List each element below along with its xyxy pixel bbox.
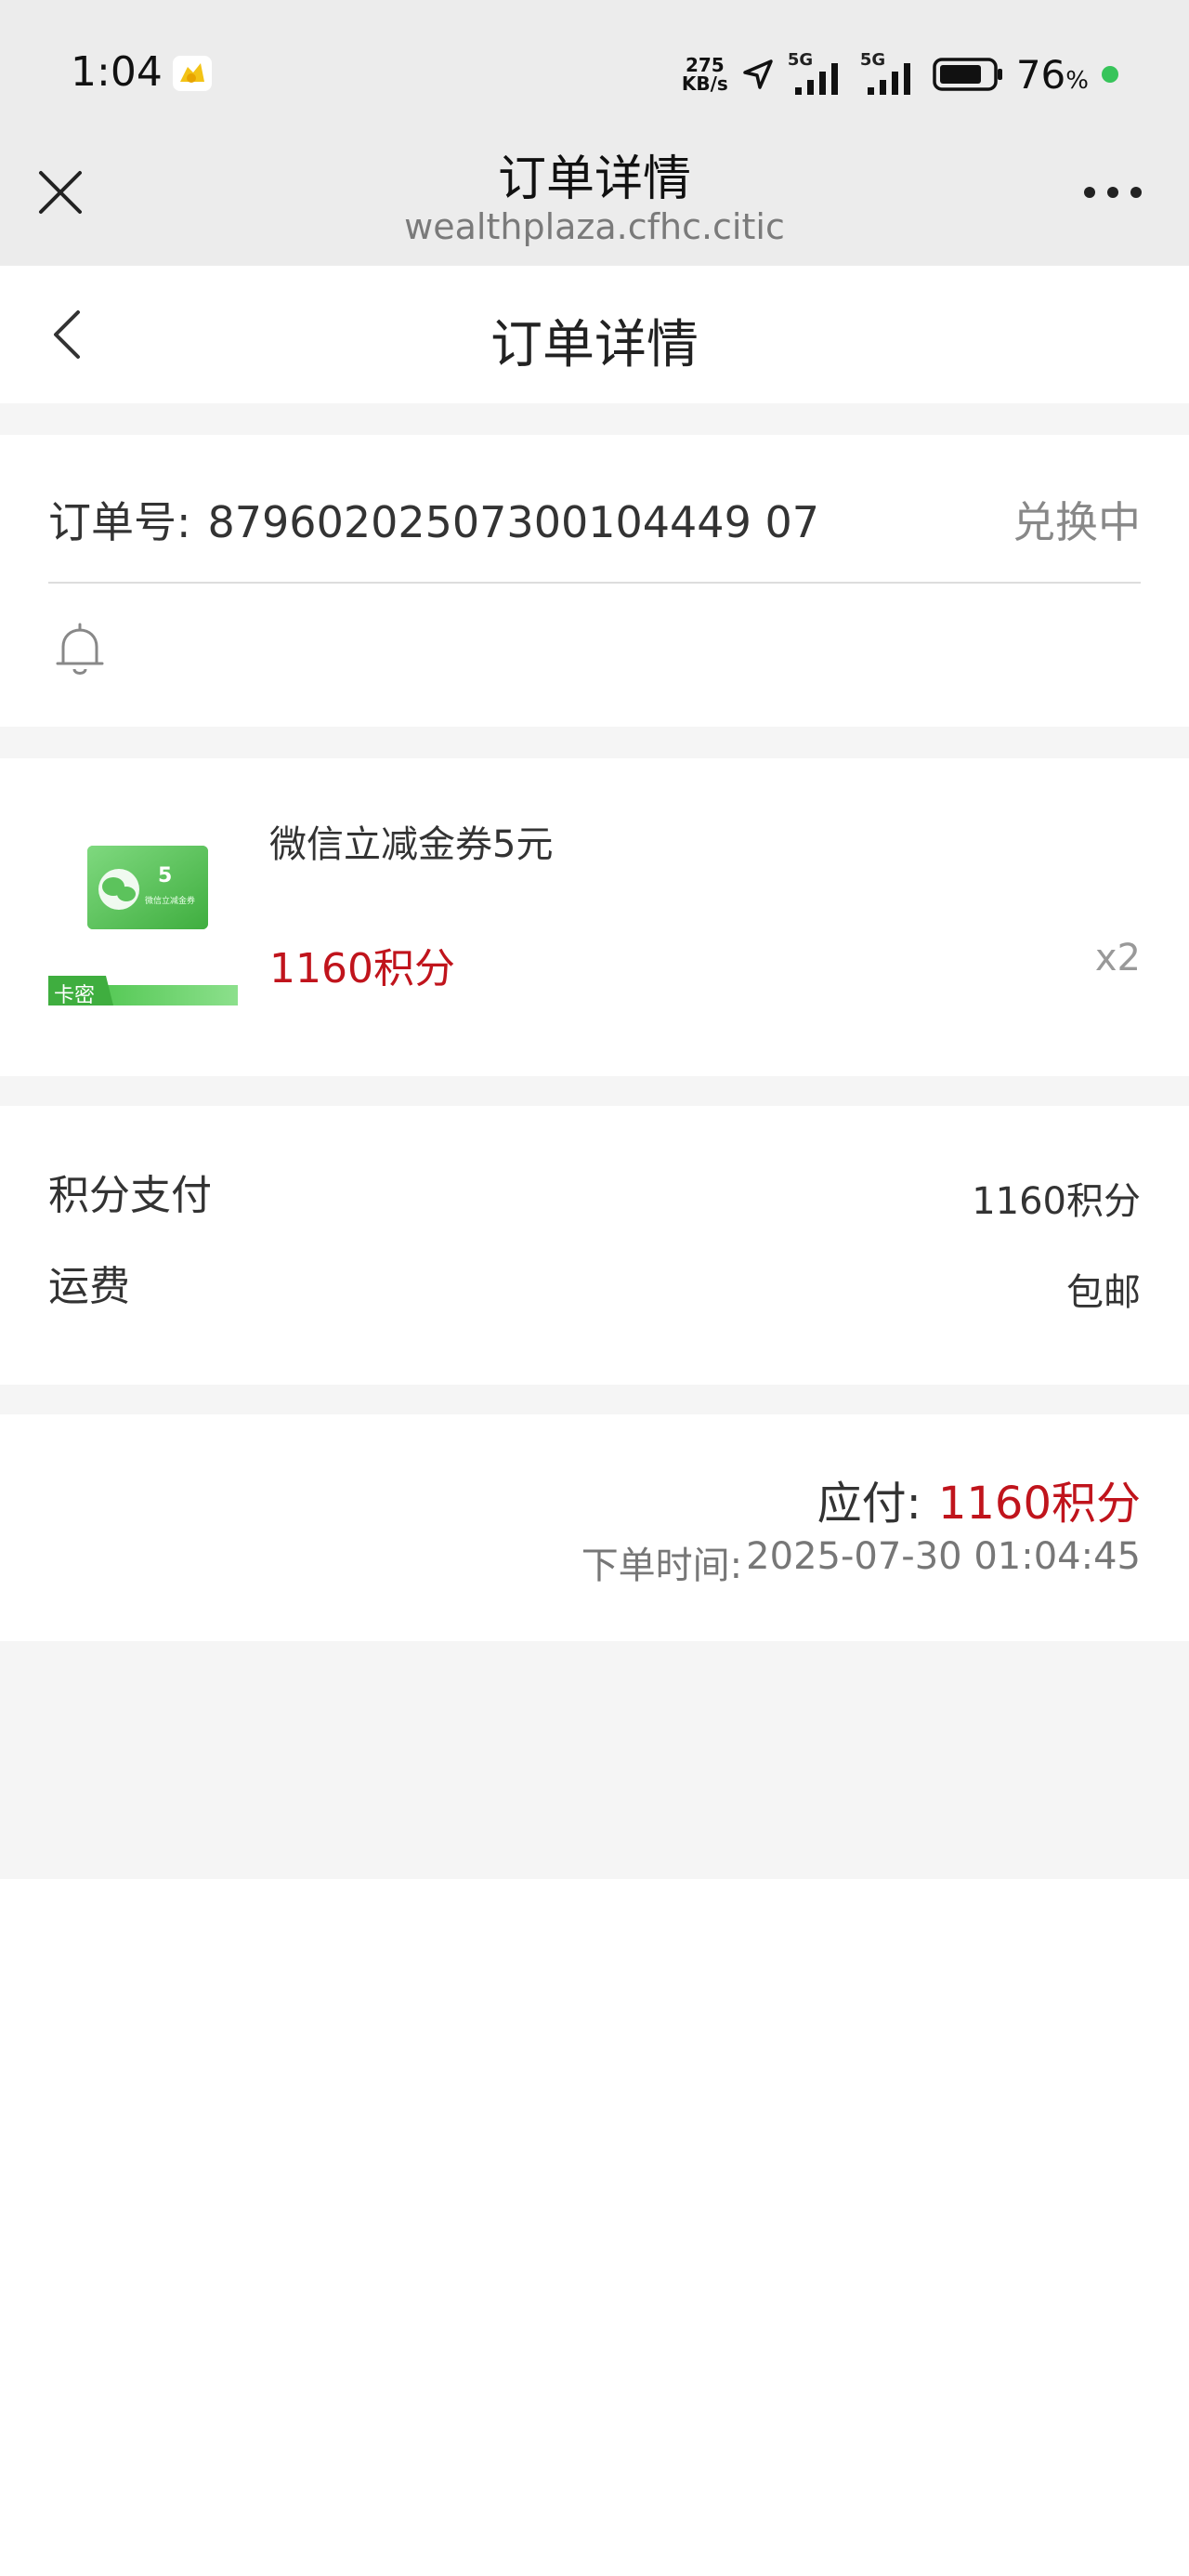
bell-icon[interactable] [54, 621, 106, 680]
location-icon [743, 59, 773, 89]
page-title: 订单详情 [490, 315, 699, 375]
product-card[interactable]: 5 微信立减金券 卡密 微信立减金券5元 1160积分 x2 [0, 758, 1189, 1076]
battery-icon [933, 58, 1002, 91]
privacy-indicator-dot [1102, 66, 1118, 83]
order-time: 下单时间: 2025-07-30 01:04:45 [581, 1535, 1141, 1589]
product-name: 微信立减金券5元 [269, 823, 554, 866]
bottom-filler [0, 1641, 1189, 1879]
payment-card: 积分支付 1160积分 运费 包邮 [0, 1106, 1189, 1385]
webview-title-bar: 订单详情 wealthplaza.cfhc.citic [0, 149, 1189, 266]
webview-title: 订单详情 [497, 151, 691, 207]
status-bar: 1:04 275 KB/s 5G 5G 76% [0, 0, 1189, 149]
order-time-value: 2025-07-30 01:04:45 [746, 1535, 1141, 1578]
page-header: 订单详情 [0, 266, 1189, 403]
signal-1-icon: 5G [788, 50, 847, 95]
amount-due-label: 应付: [817, 1478, 921, 1530]
points-payment-label: 积分支付 [48, 1172, 212, 1219]
order-number: 订单号: 87960202507300104449 07 [48, 497, 819, 547]
status-time: 1:04 [71, 48, 163, 96]
page: 1:04 275 KB/s 5G 5G 76% 订单详情 wealthplaza… [0, 0, 1189, 2576]
shipping-row: 运费 包邮 [48, 1253, 1141, 1314]
webview-url: wealthplaza.cfhc.citic [404, 206, 785, 247]
more-options-icon[interactable] [1083, 186, 1143, 199]
shipping-value: 包邮 [1066, 1271, 1141, 1314]
points-payment-value: 1160积分 [972, 1180, 1141, 1223]
section-gap [0, 1076, 1189, 1106]
points-payment-row: 积分支付 1160积分 [48, 1162, 1141, 1223]
signal-2-icon: 5G [860, 50, 920, 95]
amount-due: 应付: 1160积分 [817, 1466, 1141, 1531]
divider [48, 582, 1141, 584]
section-gap [0, 727, 1189, 758]
amount-due-value: 1160积分 [937, 1478, 1141, 1530]
shipping-label: 运费 [48, 1263, 130, 1310]
order-time-label: 下单时间: [581, 1544, 743, 1587]
product-quantity: x2 [1094, 937, 1141, 979]
battery-percent: 76% [1015, 51, 1089, 98]
order-info-card: 订单号: 87960202507300104449 07 兑换中 [0, 435, 1189, 727]
status-icons: 275 KB/s 5G 5G 76% [681, 50, 1118, 98]
product-image: 5 微信立减金券 卡密 [48, 803, 238, 1007]
product-badge: 卡密 [54, 984, 96, 1007]
net-speed: 275 KB/s [681, 54, 728, 95]
total-card: 应付: 1160积分 下单时间: 2025-07-30 01:04:45 [0, 1414, 1189, 1641]
order-status: 兑换中 [1013, 497, 1141, 547]
notification-app-icon [173, 56, 212, 91]
section-gap [0, 1385, 1189, 1414]
product-price: 1160积分 [269, 945, 455, 992]
section-gap [0, 403, 1189, 435]
